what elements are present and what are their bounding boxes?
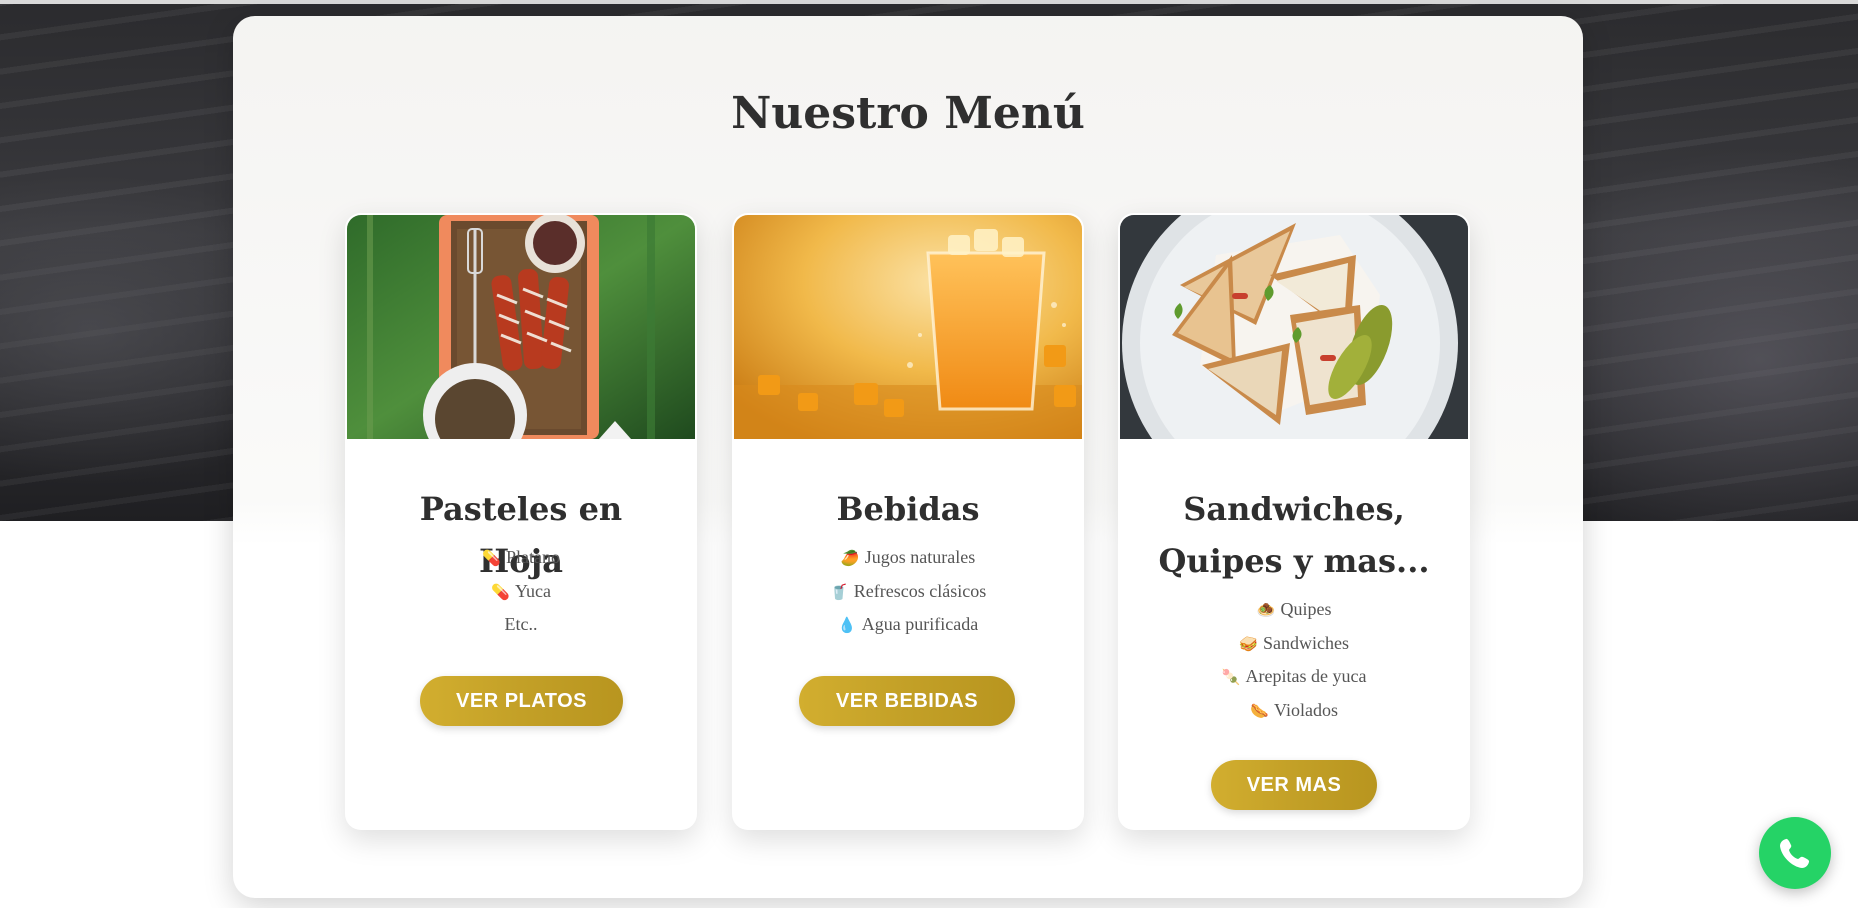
list-item: 💧 Agua purificada: [732, 608, 1084, 642]
top-divider: [0, 0, 1858, 4]
card-item-list: 🧆 Quipes 🥪 Sandwiches 🍡 Arepitas de yuca 🌭 V…: [1118, 593, 1470, 727]
mango-juice-photo: [734, 215, 1082, 439]
mango-icon: 🥭: [840, 549, 860, 567]
list-item: 💊 Yuca: [345, 575, 697, 609]
phone-icon: [1780, 838, 1810, 868]
list-item: Etc..: [504, 614, 538, 634]
ver-bebidas-button[interactable]: VER BEBIDAS: [799, 676, 1015, 726]
ver-mas-button[interactable]: VER MAS: [1211, 760, 1377, 810]
soda-cup-icon: 🥤: [829, 582, 849, 601]
section-title: Nuestro Menú: [731, 88, 1085, 139]
list-item: 🥪 Sandwiches: [1118, 627, 1470, 661]
list-item: 🍡 Arepitas de yuca: [1118, 660, 1470, 694]
menu-card-bebidas: Bebidas 🥭 Jugos naturales 🥤 Refrescos clás…: [732, 213, 1084, 830]
pasteles-en-hoja-photo: [347, 215, 695, 439]
card-title: Bebidas: [836, 490, 980, 528]
menu-card-pasteles: Pasteles en Hoja 💊 Platano 💊 Yuca Etc.. VE…: [345, 213, 697, 830]
pill-icon: 💊: [491, 582, 510, 601]
kibbeh-icon: 🧆: [1256, 601, 1276, 619]
list-item: 🥤 Refrescos clásicos: [732, 575, 1084, 609]
menu-section: Nuestro Menú Pasteles en Hoja 💊 Platano …: [233, 16, 1583, 898]
list-item: 🌭 Violados: [1118, 694, 1470, 728]
card-item-list: 🥭 Jugos naturales 🥤 Refrescos clásicos 💧 Ag…: [732, 541, 1084, 642]
droplet-icon: 💧: [837, 616, 857, 634]
arepa-icon: 🍡: [1221, 668, 1241, 686]
pill-icon: 💊: [482, 549, 501, 567]
sandwich-icon: 🥪: [1239, 634, 1258, 653]
list-item: 🥭 Jugos naturales: [732, 541, 1084, 575]
whatsapp-button[interactable]: [1759, 817, 1831, 889]
menu-card-sandwiches: Sandwiches, Quipes y mas... 🧆 Quipes 🥪 San…: [1118, 213, 1470, 830]
card-item-list: 💊 Platano 💊 Yuca Etc..: [345, 541, 697, 641]
card-title: Sandwiches, Quipes y mas...: [1158, 490, 1430, 580]
ver-platos-button[interactable]: VER PLATOS: [420, 676, 623, 726]
sausage-icon: 🌭: [1250, 701, 1269, 720]
list-item: 💊 Platano: [345, 541, 697, 575]
list-item: 🧆 Quipes: [1118, 593, 1470, 627]
club-sandwich-photo: [1120, 215, 1468, 439]
